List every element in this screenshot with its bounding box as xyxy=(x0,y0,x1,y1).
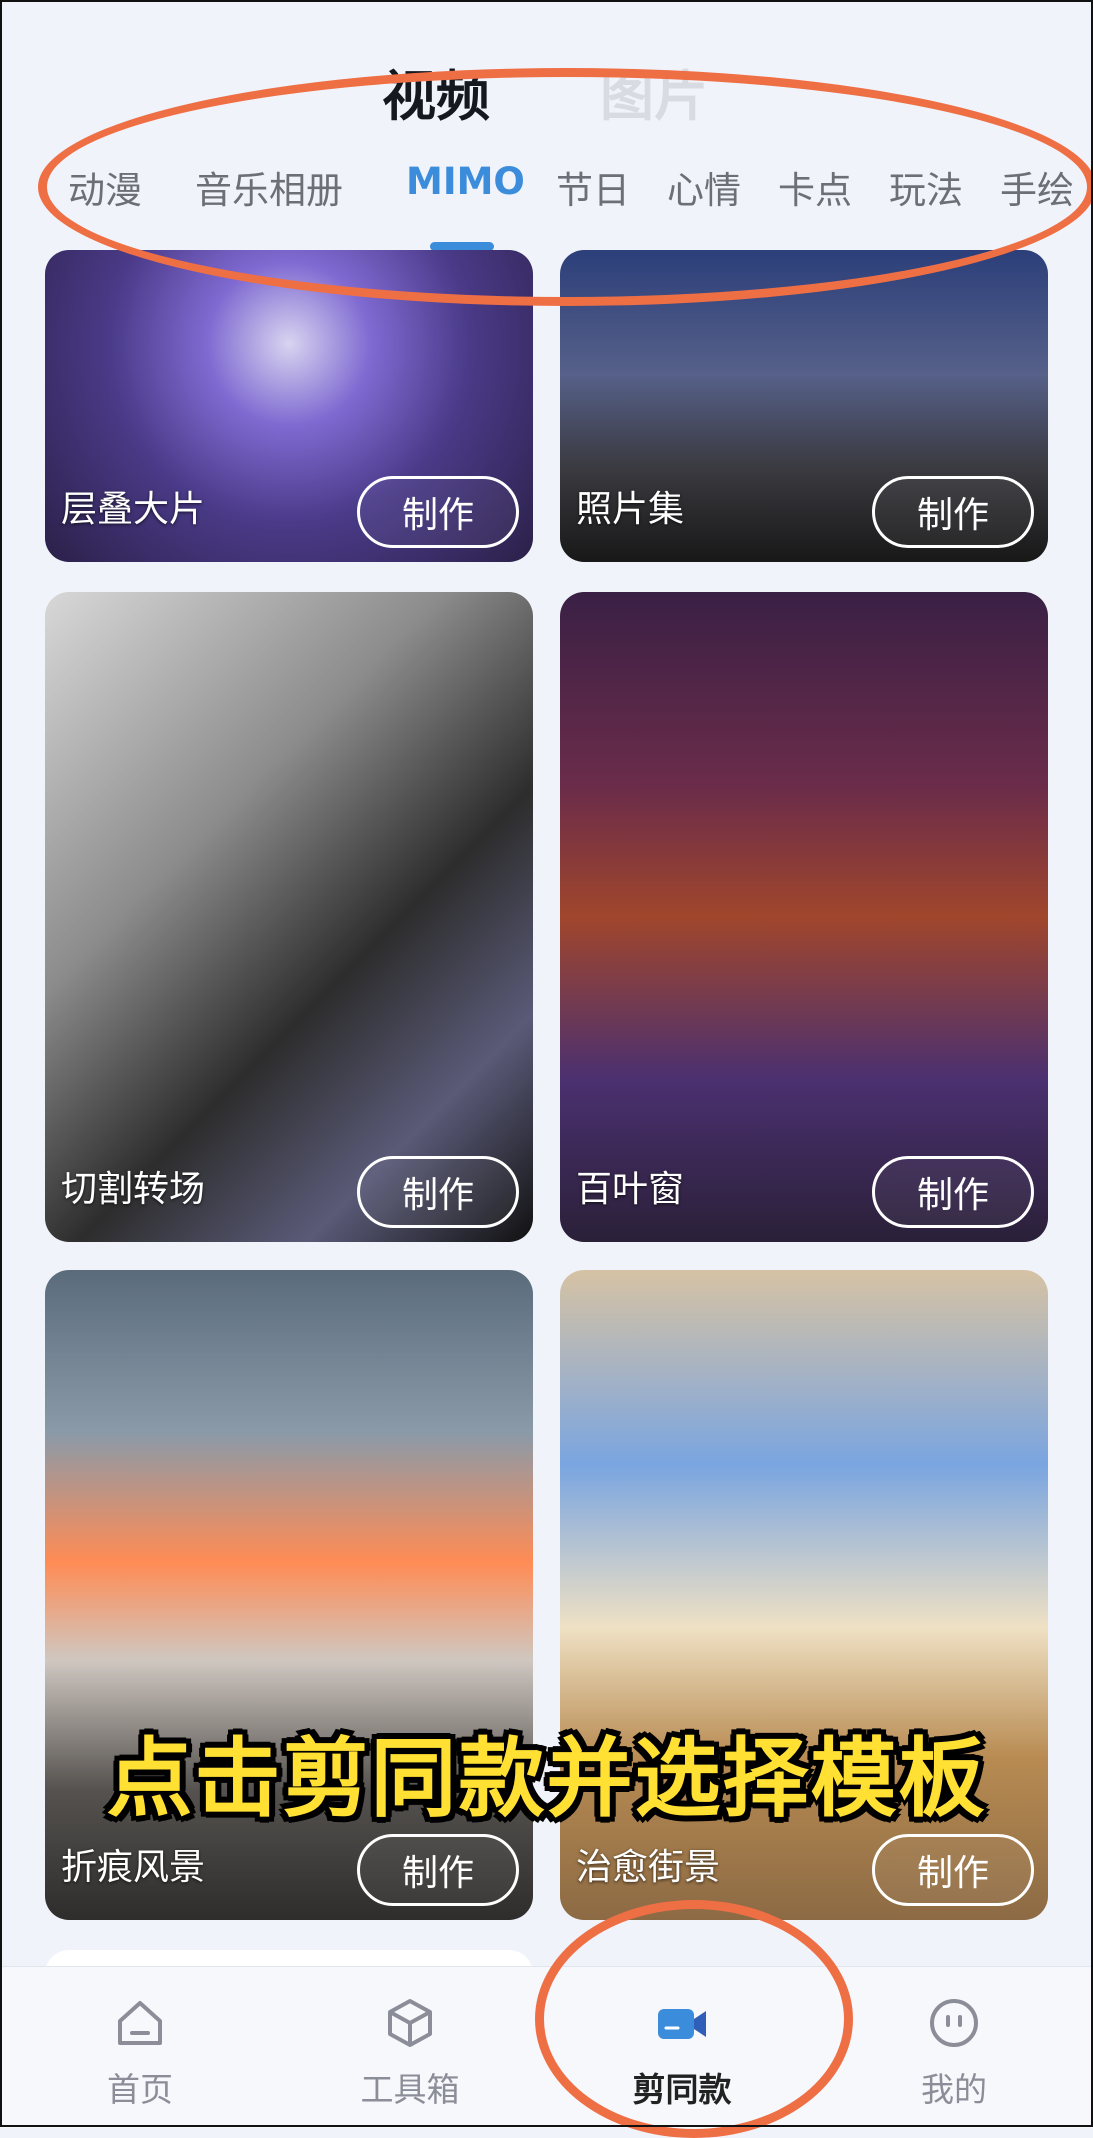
profile-face-icon xyxy=(930,1999,978,2047)
video-camera-icon xyxy=(658,2009,706,2039)
category-tab-mimo[interactable]: MIMO xyxy=(406,160,525,203)
nav-label: 我的 xyxy=(921,2070,987,2109)
template-card[interactable]: 百叶窗 制作 xyxy=(560,592,1048,1242)
template-title: 切割转场 xyxy=(61,1169,206,1210)
template-title: 层叠大片 xyxy=(61,489,206,530)
top-tab-bar: 视频 图片 xyxy=(0,40,1093,130)
make-button[interactable]: 制作 xyxy=(357,476,519,548)
bottom-nav: 首页 工具箱 剪同款 我的 xyxy=(0,1966,1093,2128)
template-title: 折痕风景 xyxy=(61,1847,206,1888)
make-button[interactable]: 制作 xyxy=(872,1834,1034,1906)
toolbox-cube-icon xyxy=(388,1999,432,2047)
category-tab-beat[interactable]: 卡点 xyxy=(778,160,852,214)
category-tab-hand-drawn[interactable]: 手绘 xyxy=(1000,160,1074,214)
category-tab-row: 动漫 音乐相册 MIMO 节日 心情 卡点 玩法 手绘 xyxy=(0,160,1093,220)
template-card[interactable]: 层叠大片 制作 xyxy=(45,250,533,562)
category-tab-mood[interactable]: 心情 xyxy=(667,160,741,214)
home-icon xyxy=(118,2001,162,2045)
nav-profile[interactable]: 我的 xyxy=(854,1995,1054,2111)
make-button[interactable]: 制作 xyxy=(872,476,1034,548)
template-title: 治愈街景 xyxy=(576,1847,721,1888)
template-card[interactable]: 照片集 制作 xyxy=(560,250,1048,562)
make-button[interactable]: 制作 xyxy=(872,1156,1034,1228)
tab-image[interactable]: 图片 xyxy=(600,52,708,131)
nav-home[interactable]: 首页 xyxy=(40,1995,240,2111)
template-title: 百叶窗 xyxy=(576,1169,685,1210)
nav-template[interactable]: 剪同款 xyxy=(582,1995,782,2111)
nav-toolbox[interactable]: 工具箱 xyxy=(310,1995,510,2111)
make-button[interactable]: 制作 xyxy=(357,1834,519,1906)
template-card[interactable]: 切割转场 制作 xyxy=(45,592,533,1242)
tutorial-caption: 点击剪同款并选择模板 xyxy=(106,1729,987,1829)
category-tab-holiday[interactable]: 节日 xyxy=(556,160,630,214)
make-button[interactable]: 制作 xyxy=(357,1156,519,1228)
category-tab-gameplay[interactable]: 玩法 xyxy=(889,160,963,214)
category-tab-music-album[interactable]: 音乐相册 xyxy=(195,160,343,214)
nav-label: 剪同款 xyxy=(632,2070,732,2109)
nav-label: 首页 xyxy=(107,2070,173,2109)
category-tab-anime[interactable]: 动漫 xyxy=(68,160,142,214)
template-title: 照片集 xyxy=(576,489,685,530)
tab-video[interactable]: 视频 xyxy=(382,52,490,131)
nav-label: 工具箱 xyxy=(360,2070,460,2109)
